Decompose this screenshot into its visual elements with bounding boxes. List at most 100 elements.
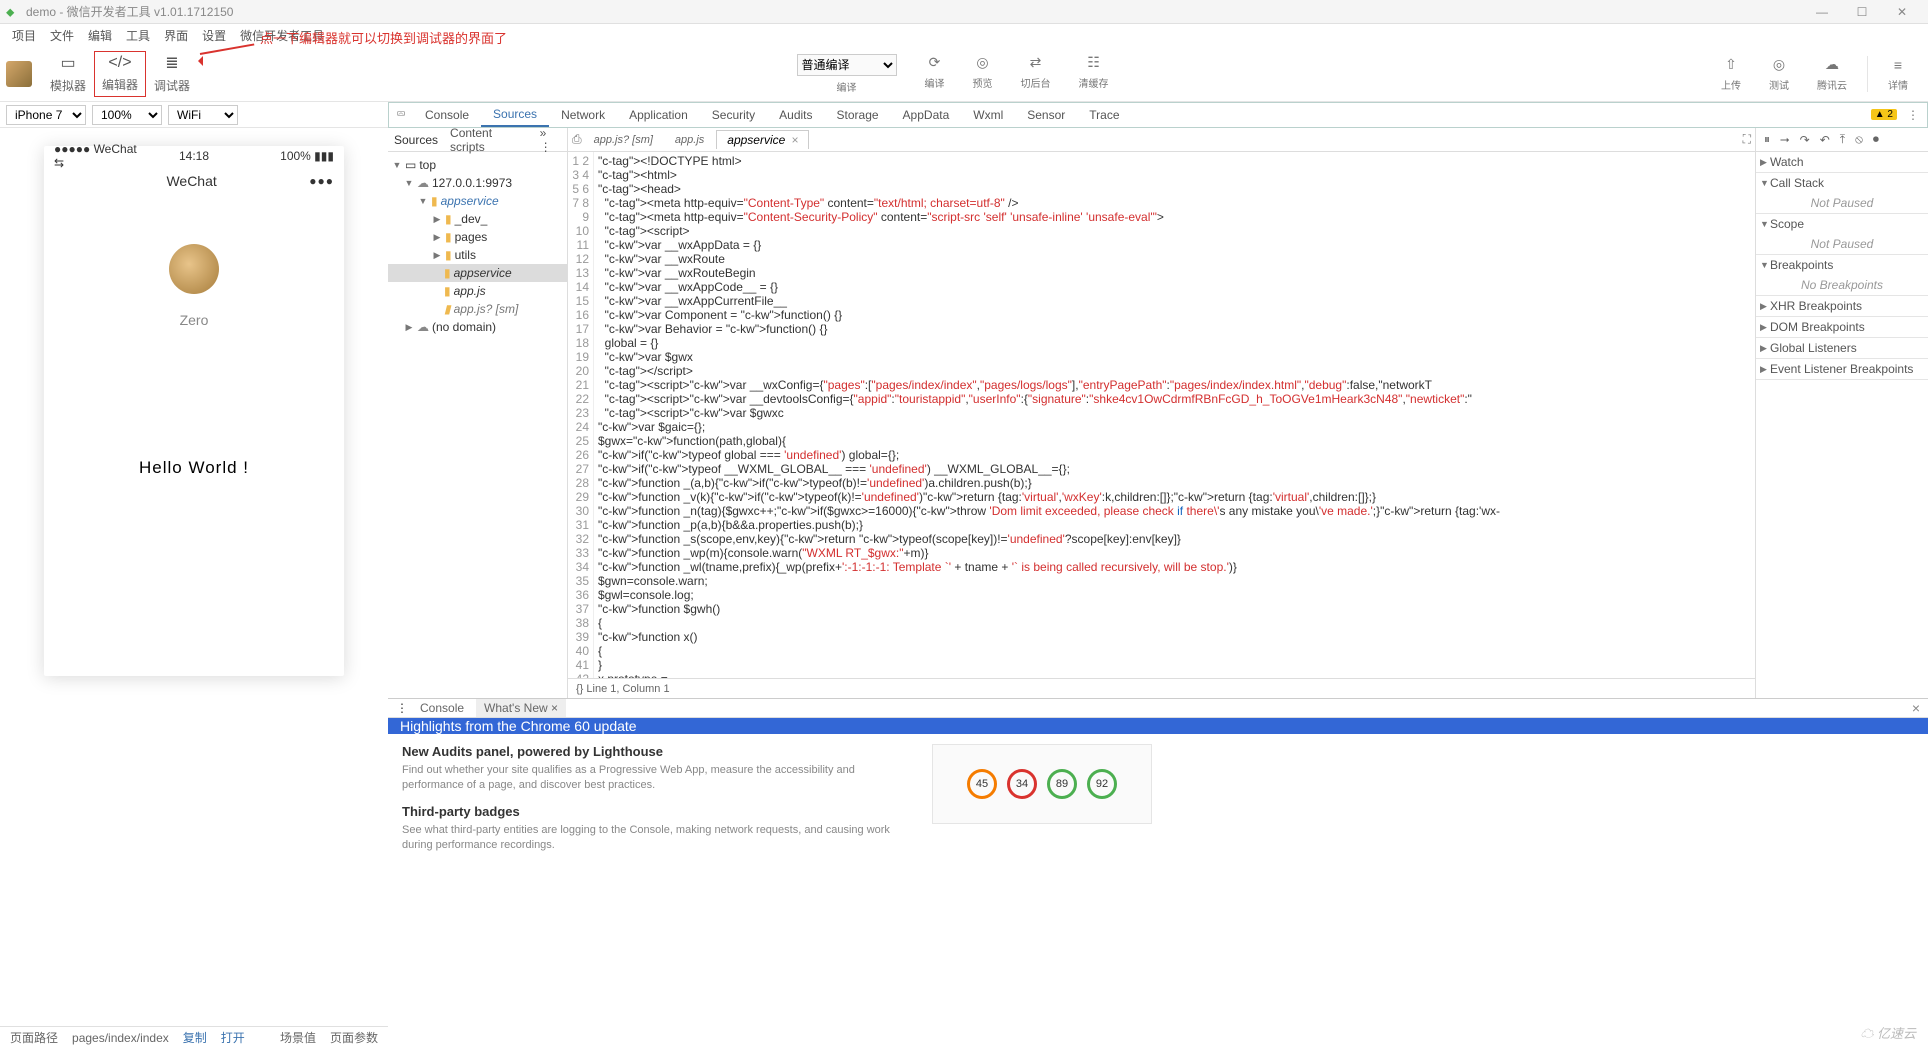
etab-appservice[interactable]: appservice× [716, 130, 809, 149]
params-label[interactable]: 页面参数 [330, 1029, 378, 1046]
user-avatar[interactable] [6, 61, 32, 87]
test-button[interactable]: ◎测试 [1755, 53, 1803, 95]
minimize-button[interactable]: — [1802, 5, 1842, 19]
dbg-section-watch[interactable]: ▶ Watch [1756, 152, 1928, 173]
tab-audits[interactable]: Audits [767, 103, 824, 127]
path-label: 页面路径 [10, 1029, 58, 1046]
tree-domain[interactable]: ▼☁ 127.0.0.1:9973 [388, 174, 567, 192]
tab-sensor[interactable]: Sensor [1015, 103, 1077, 127]
preview-button[interactable]: ◎预览 [959, 51, 1007, 97]
menu-tools[interactable]: 工具 [126, 27, 150, 44]
copy-link[interactable]: 复制 [183, 1029, 207, 1046]
upload-button[interactable]: ⇧上传 [1707, 53, 1755, 95]
drawer-close-icon[interactable]: × [1912, 700, 1920, 716]
step-over-icon[interactable]: ⭢ [1780, 132, 1790, 147]
close-button[interactable]: ✕ [1882, 5, 1922, 19]
audits-figure: 45 34 89 92 [932, 744, 1152, 824]
drawer-tab-console[interactable]: Console [412, 699, 472, 717]
tab-application[interactable]: Application [617, 103, 700, 127]
dbg-section-dom-breakpoints[interactable]: ▶ DOM Breakpoints [1756, 317, 1928, 338]
clear-cache-button[interactable]: ☷清缓存 [1065, 51, 1123, 97]
open-link[interactable]: 打开 [221, 1029, 245, 1046]
close-icon[interactable]: × [551, 701, 558, 715]
nav-title: WeChat [74, 173, 309, 189]
tab-wxml[interactable]: Wxml [961, 103, 1015, 127]
background-button[interactable]: ⇄切后台 [1007, 51, 1065, 97]
tree-dev[interactable]: ▶▮ _dev_ [388, 210, 567, 228]
step-into-icon[interactable]: ↷ [1800, 133, 1810, 147]
tab-storage[interactable]: Storage [825, 103, 891, 127]
simulator-column: ●●●●● WeChat ⇆ 14:18 100% ▮▮▮ WeChat ●●●… [0, 128, 388, 698]
step-out-icon[interactable]: ↶ [1820, 133, 1830, 147]
dbg-section-scope[interactable]: ▼ ScopeNot Paused [1756, 214, 1928, 255]
network-select[interactable]: WiFi [168, 105, 238, 125]
editor-status: {} Line 1, Column 1 [568, 678, 1755, 698]
compile-button[interactable]: ⟳编译 [911, 51, 959, 97]
tree-file-appservice[interactable]: ▮ appservice [388, 264, 567, 282]
menu-edit[interactable]: 编辑 [88, 27, 112, 44]
scene-label[interactable]: 场景值 [280, 1029, 316, 1046]
code-content[interactable]: "c-tag"><!DOCTYPE html>"c-tag"><html>"c-… [594, 152, 1755, 678]
inspect-icon[interactable]: ⮹ [389, 107, 413, 122]
tab-appdata[interactable]: AppData [891, 103, 962, 127]
zoom-select[interactable]: 100% [92, 105, 162, 125]
close-icon[interactable]: × [791, 133, 798, 147]
menu-interface[interactable]: 界面 [164, 27, 188, 44]
profile-name: Zero [180, 312, 209, 328]
tab-trace[interactable]: Trace [1077, 103, 1131, 127]
device-select[interactable]: iPhone 7 [6, 105, 86, 125]
tree-appservice[interactable]: ▼▮ appservice [388, 192, 567, 210]
drawer-menu-icon[interactable]: ⋮ [396, 701, 408, 715]
tab-console[interactable]: Console [413, 103, 481, 127]
pause-exceptions-icon[interactable]: ⏺ [1873, 132, 1879, 147]
app-icon: ⬥ [6, 5, 20, 19]
tree-top[interactable]: ▼▭ top [388, 156, 567, 174]
step-icon[interactable]: ⤒ [1840, 132, 1845, 147]
mode-debugger[interactable]: ≣调试器 [146, 51, 198, 97]
nav-menu-icon[interactable]: ●●● [309, 174, 334, 188]
menu-project[interactable]: 项目 [12, 27, 36, 44]
warnings-badge[interactable]: ▲ 2 [1871, 109, 1897, 120]
pause-icon[interactable]: ⏸ [1764, 132, 1770, 147]
profile-avatar[interactable] [169, 244, 219, 294]
compile-select[interactable]: 普通编译 [797, 54, 897, 76]
dbg-section-global-listeners[interactable]: ▶ Global Listeners [1756, 338, 1928, 359]
maximize-button[interactable]: ☐ [1842, 5, 1882, 19]
dbg-section-breakpoints[interactable]: ▼ BreakpointsNo Breakpoints [1756, 255, 1928, 296]
mode-simulator[interactable]: ▭模拟器 [42, 51, 94, 97]
editor-expand-icon[interactable]: ⛶ [1743, 132, 1751, 147]
tree-file-appjs[interactable]: ▮ app.js [388, 282, 567, 300]
tree-nodomain[interactable]: ▶☁ (no domain) [388, 318, 567, 336]
window-title: demo - 微信开发者工具 v1.01.1712150 [26, 3, 233, 20]
upload-icon: ⇧ [1725, 56, 1737, 74]
deactivate-bp-icon[interactable]: ⦸ [1855, 132, 1863, 147]
debugger-controls: ⏸ ⭢ ↷ ↶ ⤒ ⦸ ⏺ [1756, 128, 1928, 152]
dbg-section-event-listener-breakpoints[interactable]: ▶ Event Listener Breakpoints [1756, 359, 1928, 380]
editor-play-icon[interactable]: ⎙ [572, 132, 582, 147]
menu-file[interactable]: 文件 [50, 27, 74, 44]
test-icon: ◎ [1773, 56, 1785, 74]
srctab-sources[interactable]: Sources [388, 133, 444, 147]
mode-editor[interactable]: </>编辑器 [94, 51, 146, 97]
menu-settings[interactable]: 设置 [202, 27, 226, 44]
tab-network[interactable]: Network [549, 103, 617, 127]
tree-utils[interactable]: ▶▮ utils [388, 246, 567, 264]
dbg-section-call-stack[interactable]: ▼ Call StackNot Paused [1756, 173, 1928, 214]
tree-pages[interactable]: ▶▮ pages [388, 228, 567, 246]
devtools-menu-icon[interactable]: ⋮ [1907, 108, 1919, 122]
srctab-more-icon[interactable]: » ⋮ [534, 126, 567, 154]
compile-group: 普通编译 编译 [783, 51, 911, 97]
debugger-icon: ≣ [165, 53, 178, 73]
drawer-tab-whatsnew[interactable]: What's New × [476, 699, 566, 717]
cloud-button[interactable]: ☁腾讯云 [1803, 53, 1861, 95]
tree-file-appjs-sm[interactable]: ▮ app.js? [sm] [388, 300, 567, 318]
debugger-pane: ⏸ ⭢ ↷ ↶ ⤒ ⦸ ⏺ ▶ Watch▼ Call StackNot Pau… [1756, 128, 1928, 698]
details-button[interactable]: ≡详情 [1874, 53, 1922, 95]
score-ring: 45 [967, 769, 997, 799]
tab-sources[interactable]: Sources [481, 103, 549, 127]
etab-appjs[interactable]: app.js [665, 132, 714, 148]
etab-appjs-sm[interactable]: app.js? [sm] [584, 132, 663, 148]
srctab-content-scripts[interactable]: Content scripts [444, 126, 534, 154]
tab-security[interactable]: Security [700, 103, 767, 127]
dbg-section-xhr-breakpoints[interactable]: ▶ XHR Breakpoints [1756, 296, 1928, 317]
